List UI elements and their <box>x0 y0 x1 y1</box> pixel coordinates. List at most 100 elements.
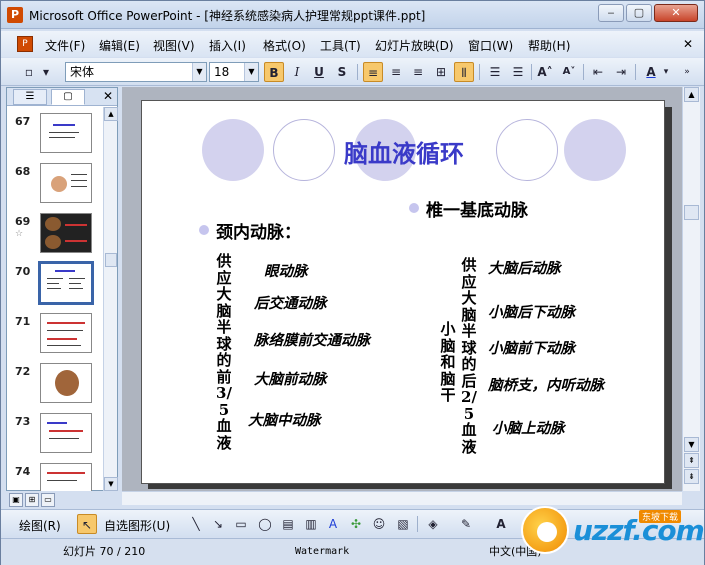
align-right-icon[interactable]: ≡ <box>408 62 428 82</box>
chevron-down-icon[interactable]: ▼ <box>244 63 258 81</box>
fill-color-icon[interactable]: ◈ <box>423 514 443 534</box>
underline-button[interactable]: U <box>309 62 329 82</box>
editor-horizontal-scrollbar[interactable] <box>122 491 682 505</box>
powerpoint-app-icon[interactable]: P <box>7 7 23 23</box>
left-item[interactable]: 眼动脉 <box>264 260 308 281</box>
diagram-icon[interactable]: ✣ <box>346 514 366 534</box>
slide-thumbnail-selected[interactable] <box>38 261 94 305</box>
draw-menu-button[interactable]: 绘图(R) <box>19 517 61 534</box>
toolbar-options-icon[interactable]: » <box>681 62 693 82</box>
left-item[interactable]: 脉络膜前交通动脉 <box>254 329 370 350</box>
slides-pane-scrollbar[interactable]: ▲ ▼ <box>103 107 118 491</box>
clipart-icon[interactable]: ☺ <box>369 514 389 534</box>
align-left-icon[interactable]: ≡ <box>363 62 383 82</box>
outline-tab-icon[interactable]: ☰ <box>13 89 47 105</box>
slide-thumbnail[interactable] <box>40 163 92 203</box>
scroll-up-icon[interactable]: ▲ <box>104 107 118 121</box>
columns-icon[interactable]: ⦀ <box>454 62 474 82</box>
minimize-button[interactable]: ‒ <box>598 4 624 22</box>
slide-thumbnail[interactable] <box>40 113 92 153</box>
new-icon[interactable]: ▫ <box>19 62 39 82</box>
italic-button[interactable]: I <box>287 62 307 82</box>
font-color-icon[interactable]: A <box>491 514 511 534</box>
left-heading[interactable]: 颈内动脉： <box>216 218 301 243</box>
picture-icon[interactable]: ▧ <box>393 514 413 534</box>
slide-thumb-row[interactable]: 71 <box>7 311 103 361</box>
scroll-thumb[interactable] <box>105 253 117 267</box>
slide-title[interactable]: 脑血液循环 <box>142 134 664 169</box>
slide-thumb-row[interactable]: 68 <box>7 161 103 211</box>
chevron-down-icon[interactable]: ▼ <box>192 63 206 81</box>
align-center-icon[interactable]: ≡ <box>386 62 406 82</box>
left-item[interactable]: 后交通动脉 <box>254 292 327 313</box>
left-item[interactable]: 大脑前动脉 <box>254 368 327 389</box>
scroll-up-icon[interactable]: ▲ <box>684 87 699 102</box>
numbered-list-icon[interactable]: ☰ <box>485 62 505 82</box>
slide-thumb-row[interactable]: 69 ☆ <box>7 211 103 261</box>
right-vertical-text[interactable]: 供应大脑半球的后2/5血液 <box>459 257 479 455</box>
doc-close-icon[interactable]: ✕ <box>683 37 693 51</box>
vertical-textbox-icon[interactable]: ▥ <box>301 514 321 534</box>
scroll-down-icon[interactable]: ▼ <box>104 477 118 491</box>
decrease-indent-icon[interactable]: ⇤ <box>588 62 608 82</box>
document-icon[interactable]: P <box>17 36 33 52</box>
font-color-button[interactable]: A <box>641 62 661 82</box>
increase-indent-icon[interactable]: ⇥ <box>611 62 631 82</box>
select-pointer-icon[interactable]: ↖ <box>77 514 97 534</box>
menu-window[interactable]: 窗口(W) <box>468 37 513 54</box>
menu-view[interactable]: 视图(V) <box>153 37 195 54</box>
editor-vertical-scrollbar[interactable]: ▲ ▼ ⇞ ⇟ <box>682 87 700 491</box>
decrease-font-button[interactable]: A˅ <box>559 62 579 82</box>
autoshapes-menu-button[interactable]: 自选图形(U) <box>104 517 170 534</box>
slide-canvas[interactable]: 脑血液循环 椎一基底动脉 颈内动脉： 供应大脑半球的前3/5血液 眼动脉 后交通… <box>141 100 665 484</box>
slide-thumb-row[interactable]: 70 <box>7 261 103 311</box>
slide-thumb-row[interactable]: 67 <box>7 111 103 161</box>
slide-thumbnail[interactable] <box>40 213 92 253</box>
right-item[interactable]: 小脑上动脉 <box>492 417 565 438</box>
scroll-down-icon[interactable]: ▼ <box>684 437 699 452</box>
bold-button[interactable]: B <box>264 62 284 82</box>
slide-thumb-row[interactable]: 72 <box>7 361 103 411</box>
right-item[interactable]: 脑桥支，内听动脉 <box>488 374 604 395</box>
normal-view-icon[interactable]: ▣ <box>9 493 23 507</box>
distribute-icon[interactable]: ⊞ <box>431 62 451 82</box>
right-vertical-text-2[interactable]: 小脑和脑干 <box>438 321 458 404</box>
right-item[interactable]: 小脑前下动脉 <box>488 337 575 358</box>
right-heading[interactable]: 椎一基底动脉 <box>426 196 528 221</box>
slides-tab-icon[interactable]: ▢ <box>51 89 85 105</box>
wordart-icon[interactable]: A <box>323 514 343 534</box>
font-name-combo[interactable]: 宋体 ▼ <box>65 62 207 82</box>
font-size-combo[interactable]: 18 ▼ <box>209 62 259 82</box>
slide-thumb-row[interactable]: 73 <box>7 411 103 461</box>
left-vertical-text[interactable]: 供应大脑半球的前3/5血液 <box>214 253 234 451</box>
menu-tools[interactable]: 工具(T) <box>320 37 361 54</box>
rectangle-icon[interactable]: ▭ <box>231 514 251 534</box>
close-button[interactable]: ✕ <box>654 4 698 22</box>
slide-thumb-row[interactable]: 74 <box>7 461 103 491</box>
menu-slideshow[interactable]: 幻灯片放映(D) <box>375 37 454 54</box>
previous-slide-icon[interactable]: ⇞ <box>684 453 699 468</box>
right-item[interactable]: 小脑后下动脉 <box>488 301 575 322</box>
slideshow-view-icon[interactable]: ▭ <box>41 493 55 507</box>
increase-font-button[interactable]: A˄ <box>535 62 555 82</box>
pane-close-icon[interactable]: ✕ <box>103 89 113 103</box>
line-icon[interactable]: ╲ <box>186 514 206 534</box>
menu-insert[interactable]: 插入(I) <box>209 37 246 54</box>
slide-sorter-icon[interactable]: ⊞ <box>25 493 39 507</box>
bullet-list-icon[interactable]: ☰ <box>508 62 528 82</box>
oval-icon[interactable]: ◯ <box>255 514 275 534</box>
menu-help[interactable]: 帮助(H) <box>528 37 570 54</box>
chevron-down-icon[interactable]: ▾ <box>661 62 671 82</box>
maximize-button[interactable]: ▢ <box>626 4 652 22</box>
menu-edit[interactable]: 编辑(E) <box>99 37 140 54</box>
left-item[interactable]: 大脑中动脉 <box>248 409 321 430</box>
line-color-icon[interactable]: ✎ <box>456 514 476 534</box>
slide-thumbnail[interactable] <box>40 463 92 491</box>
textbox-icon[interactable]: ▤ <box>278 514 298 534</box>
slide-thumbnail[interactable] <box>40 413 92 453</box>
menu-file[interactable]: 文件(F) <box>45 37 85 54</box>
slide-thumbnail[interactable] <box>40 313 92 353</box>
scroll-thumb[interactable] <box>684 205 699 220</box>
slide-thumbnail[interactable] <box>40 363 92 403</box>
shadow-button[interactable]: S <box>332 62 352 82</box>
